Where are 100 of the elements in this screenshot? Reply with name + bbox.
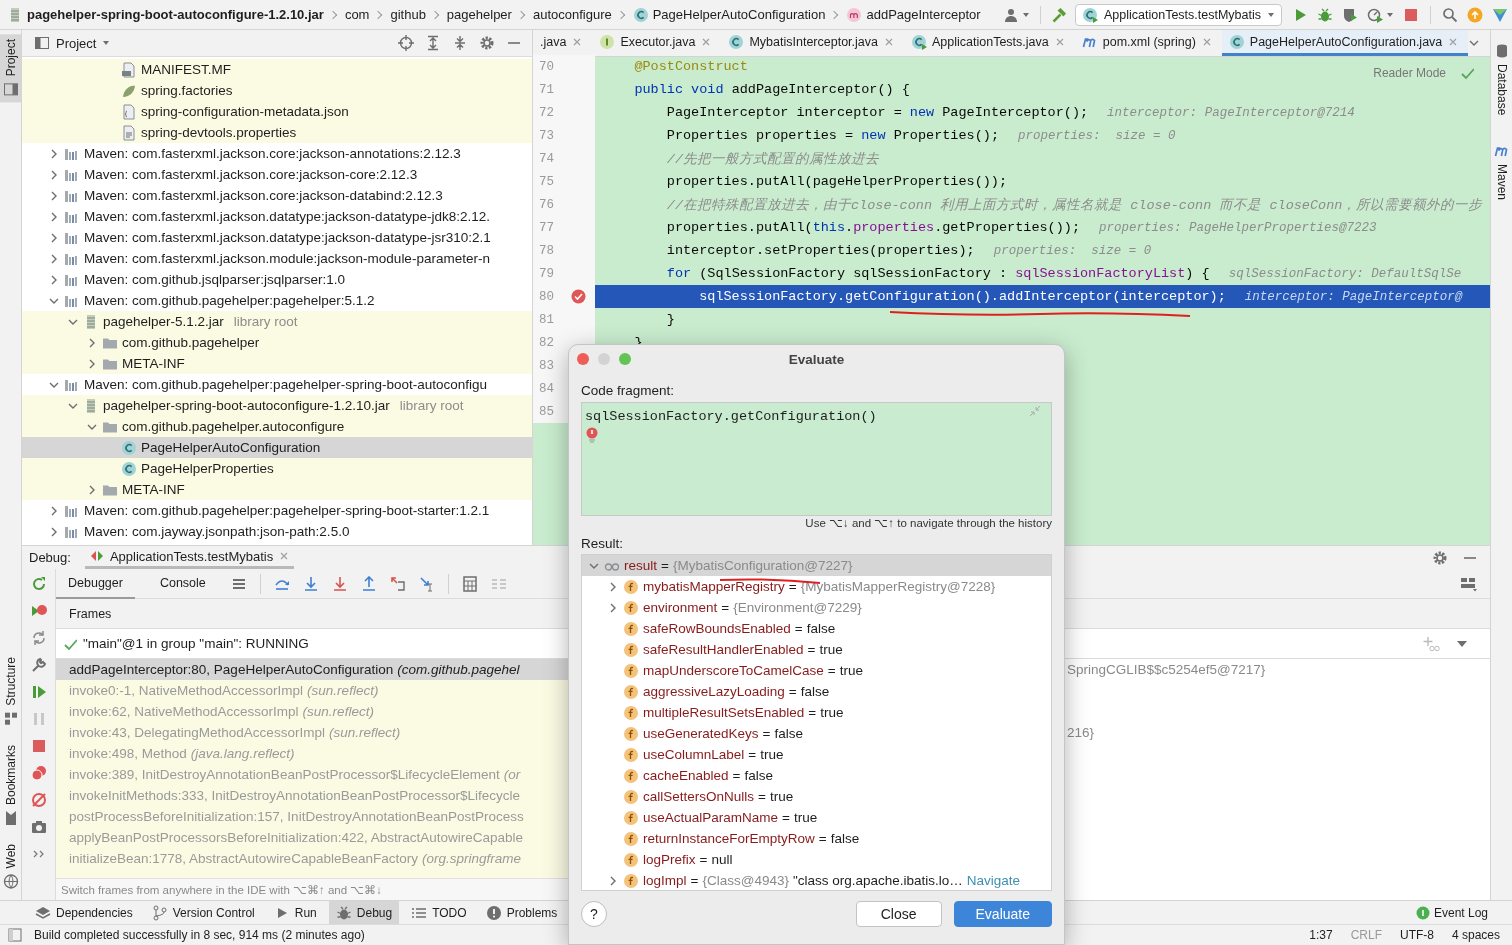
expand-all-icon[interactable] [425, 35, 441, 51]
tool-window-button[interactable]: Project [0, 34, 21, 103]
editor-tab[interactable]: PageHelperAutoConfiguration.java [1221, 30, 1469, 56]
variable-row[interactable]: safeRowBoundsEnabled = false [582, 618, 1051, 639]
session-tab[interactable]: ApplicationTests.testMybatis [84, 546, 295, 569]
dialog-button[interactable]: Evaluate [953, 901, 1052, 927]
wrench-icon[interactable] [30, 657, 47, 673]
dialog-button[interactable]: Close [855, 901, 942, 927]
tree-item[interactable]: com.github.pagehelper.autoconfigure [22, 416, 532, 437]
variable-row[interactable]: mybatisMapperRegistry = {MybatisMapperRegistry@7228} [582, 576, 1051, 597]
tool-window-button[interactable]: Debug [328, 901, 400, 924]
thread-item[interactable]: "main"@1 in group "main": RUNNING [56, 629, 568, 659]
reader-mode-button[interactable]: Reader Mode [1373, 66, 1446, 80]
help-button[interactable]: ? [581, 901, 607, 927]
tree-item[interactable]: spring.factories [22, 80, 532, 101]
tool-window-button[interactable]: Structure [0, 651, 21, 732]
tree-item[interactable]: Maven: com.github.pagehelper:pagehelper-spring-boot-starter:1.2.1 [22, 500, 532, 521]
variable-row[interactable]: multipleResultSetsEnabled = true [582, 702, 1051, 723]
zoom-window-icon[interactable] [619, 353, 631, 365]
caret-icon[interactable] [1456, 639, 1468, 648]
close-window-icon[interactable] [577, 353, 589, 365]
breadcrumb-item[interactable]: pagehelper-spring-boot-autoconfigure-1.2.10.jar [6, 6, 325, 23]
tree-item[interactable]: spring-configuration-metadata.json [22, 101, 532, 122]
tree-item[interactable]: spring-devtools.properties [22, 122, 532, 143]
variable-row[interactable]: result = {MybatisConfiguration@7227} [582, 555, 1051, 576]
run-configuration-dropdown[interactable]: ApplicationTests.testMybatis [1075, 3, 1282, 26]
tool-window-button[interactable]: Maven [1491, 138, 1512, 206]
tree-item[interactable]: Maven: com.github.jsqlparser:jsqlparser:1.0 [22, 269, 532, 290]
variable-row[interactable]: environment = {Environment@7229} [582, 597, 1051, 618]
tree-item[interactable]: Maven: com.fasterxml.jackson.core:jackson-core:2.12.3 [22, 164, 532, 185]
tree-item[interactable]: PageHelperProperties [22, 458, 532, 479]
collapse-all-icon[interactable] [452, 35, 468, 51]
variable-row[interactable]: logPrefix = null [582, 849, 1051, 870]
caret-icon[interactable] [1386, 10, 1394, 19]
add-watch-icon[interactable] [1422, 635, 1440, 652]
settings-icon[interactable] [479, 35, 495, 51]
settings-icon[interactable] [1432, 549, 1448, 566]
tree-item[interactable]: Maven: com.jayway.jsonpath:json-path:2.5.0 [22, 521, 532, 542]
breadcrumb-item[interactable]: pagehelper [445, 7, 513, 22]
frame-item[interactable]: addPageInterceptor:80, PageHelperAutoConfiguration (com.github.pagehel [56, 659, 568, 680]
panel-tab[interactable]: Debugger [56, 568, 135, 599]
event-log-button[interactable]: Event Log [1415, 901, 1512, 924]
run-to-cursor-icon[interactable] [418, 575, 435, 592]
mute-breakpoints-icon[interactable] [30, 792, 47, 808]
calculator-icon[interactable] [461, 575, 478, 592]
restore-icon[interactable] [30, 630, 47, 646]
camera-icon[interactable] [30, 819, 47, 835]
tree-item[interactable]: Maven: com.fasterxml.jackson.core:jackson-annotations:2.12.3 [22, 143, 532, 164]
editor-tab[interactable]: ApplicationTests.java [904, 30, 1075, 56]
resume-icon[interactable] [30, 684, 47, 700]
tree-item[interactable]: Maven: com.fasterxml.jackson.module:jackson-module-parameter-n [22, 248, 532, 269]
variable-row[interactable]: useColumnLabel = true [582, 744, 1051, 765]
tree-item[interactable]: META-INF [22, 353, 532, 374]
tool-window-button[interactable]: Dependencies [28, 901, 140, 924]
tree-item[interactable]: com.github.pagehelper [22, 332, 532, 353]
layout-icon[interactable] [1460, 575, 1478, 592]
triangle-logo-icon[interactable] [1492, 6, 1508, 23]
locate-icon[interactable] [398, 35, 414, 51]
variable-row[interactable]: callSettersOnNulls = true [582, 786, 1051, 807]
tool-window-button[interactable]: TODO [404, 901, 474, 924]
project-view-dropdown[interactable]: Project [34, 35, 111, 51]
tree-item[interactable]: Maven: com.fasterxml.jackson.datatype:jackson-datatype-jdk8:2.12. [22, 206, 532, 227]
shield-icon[interactable] [1342, 6, 1358, 23]
tree-item[interactable]: pagehelper-5.1.2.jar library root [22, 311, 532, 332]
bulb-icon[interactable] [585, 427, 599, 443]
code-fragment-field[interactable]: sqlSessionFactory.getConfiguration() [581, 402, 1052, 516]
panel-toggle-icon[interactable] [8, 928, 22, 942]
breadcrumb-item[interactable]: autoconfigure [531, 7, 613, 22]
tool-window-button[interactable]: Run [266, 901, 324, 924]
breadcrumb-item[interactable]: addPageInterceptor [845, 6, 982, 23]
tree-item[interactable]: Maven: com.github.pagehelper:pagehelper:5.1.2 [22, 290, 532, 311]
caret-icon[interactable] [1022, 10, 1030, 19]
variable-row[interactable]: useGeneratedKeys = false [582, 723, 1051, 744]
hammer-icon[interactable] [1051, 6, 1067, 23]
variable-row[interactable]: useActualParamName = true [582, 807, 1051, 828]
variable-row[interactable]: logImpl = {Class@4943} "class org.apache.ibatis.lo… Navigate [582, 870, 1051, 890]
tree-item[interactable]: META-INF [22, 479, 532, 500]
panel-tab[interactable]: Console [147, 568, 218, 599]
variable-row[interactable]: returnInstanceForEmptyRow = false [582, 828, 1051, 849]
breadcrumb-item[interactable]: github [389, 7, 427, 22]
tool-window-button[interactable]: Problems [478, 901, 565, 924]
breadcrumb-item[interactable]: com [343, 7, 371, 22]
cursor-position[interactable]: 1:37 [1309, 928, 1333, 942]
update-icon[interactable] [1467, 6, 1483, 23]
breakpoint-icon[interactable] [571, 289, 586, 304]
editor-tab[interactable]: pom.xml (spring) [1074, 30, 1222, 56]
editor-tab[interactable]: MybatisInterceptor.java [721, 30, 904, 56]
tree-item[interactable]: Maven: com.github.pagehelper:pagehelper-spring-boot-autoconfigu [22, 374, 532, 395]
tree-item[interactable]: MANIFEST.MF [22, 59, 532, 80]
breadcrumb-item[interactable]: PageHelperAutoConfiguration [631, 6, 827, 23]
stop-icon[interactable] [30, 738, 47, 754]
variable-row[interactable]: safeResultHandlerEnabled = true [582, 639, 1051, 660]
tree-item[interactable]: pagehelper-spring-boot-autoconfigure-1.2.10.jar library root [22, 395, 532, 416]
resume-badge-icon[interactable] [30, 603, 47, 619]
navigate-link[interactable]: Navigate [966, 873, 1021, 888]
stop-icon[interactable] [1403, 6, 1419, 23]
force-step-into-icon[interactable] [331, 575, 348, 592]
bug-icon[interactable] [1317, 6, 1333, 23]
tree-item[interactable]: Maven: com.fasterxml.jackson.datatype:jackson-datatype-jsr310:2.1 [22, 227, 532, 248]
step-out-icon[interactable] [360, 575, 377, 592]
